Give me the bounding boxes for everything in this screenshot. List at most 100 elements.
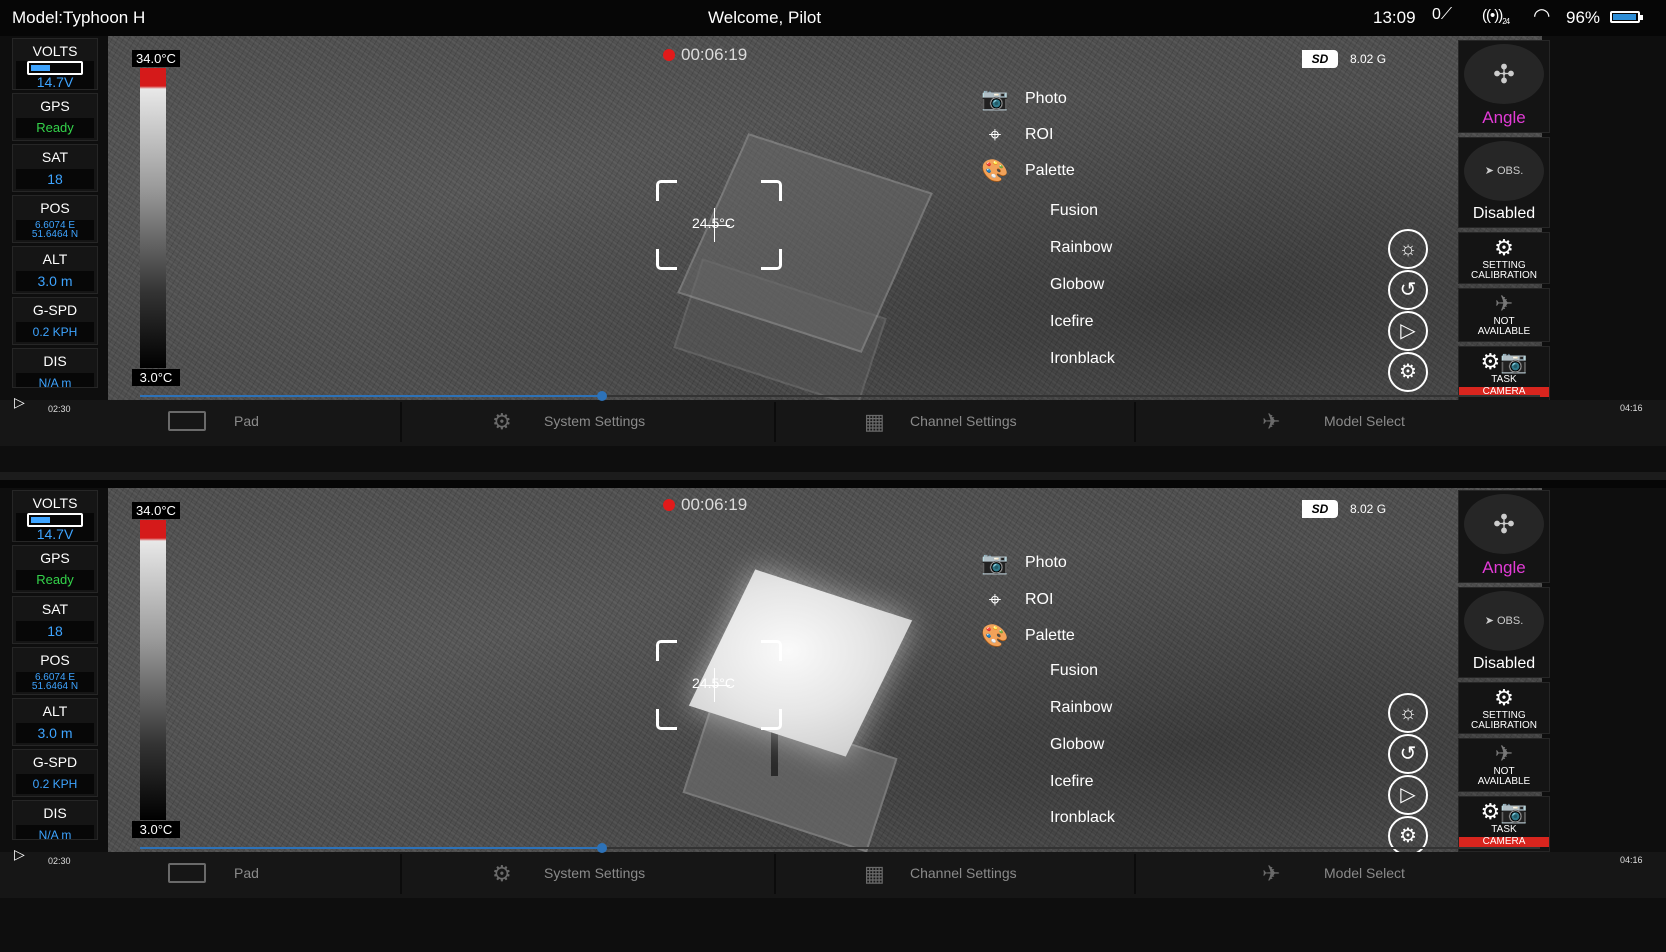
playback-track[interactable] — [140, 391, 1540, 401]
status-bar: Model:Typhoon H Welcome, Pilot 13:09 0⟋ … — [0, 0, 1666, 36]
dis-label: DIS — [43, 353, 67, 369]
post — [771, 728, 778, 776]
dis-value: N/A m — [16, 373, 94, 387]
playback-bar: ▷ 02:30 04:16 — [0, 843, 1666, 866]
reticle-corner — [761, 180, 782, 201]
volts-battery-icon — [27, 513, 83, 528]
calibration-label: CALIBRATION — [1471, 720, 1537, 731]
playback-track[interactable] — [140, 843, 1540, 853]
scale-min-temp: 3.0°C — [132, 369, 180, 386]
gps-signal-indicator: 0⟋ — [1432, 6, 1452, 24]
available-label: AVAILABLE — [1477, 776, 1531, 787]
obstacle-avoidance-tile[interactable]: ➤ OBS. Disabled — [1458, 137, 1550, 228]
spot-meter-reticle[interactable]: 24.5°C — [656, 640, 782, 730]
palette-option-fusion[interactable]: Fusion — [1050, 662, 1098, 680]
screen-top: Model:Typhoon H Welcome, Pilot 13:09 0⟋ … — [0, 0, 1666, 472]
thermal-camera-view[interactable] — [108, 36, 1542, 413]
brightness-button[interactable]: ☼ — [1388, 693, 1428, 733]
palette-option-ironblack[interactable]: Ironblack — [1050, 350, 1115, 368]
palette-option-fusion[interactable]: Fusion — [1050, 202, 1098, 220]
menu-palette-label: Palette — [1025, 162, 1075, 179]
gspd-label: G-SPD — [32, 754, 78, 770]
alt-tile: ALT 3.0 m — [12, 246, 98, 294]
sd-card-icon: SD — [1302, 500, 1338, 518]
playback-play-icon[interactable]: ▷ — [14, 394, 25, 411]
flight-mode-tile[interactable]: ✣ Angle — [1458, 40, 1550, 133]
camera-tilt-button[interactable]: ↺ — [1388, 734, 1428, 774]
dis-tile: DIS N/A m — [12, 800, 98, 840]
telemetry-sidebar: VOLTS 14.7V GPS Ready SAT 18 POS 6.6074 … — [12, 490, 98, 843]
tilt-icon: ↺ — [1399, 279, 1417, 301]
battery-fill — [1613, 14, 1636, 20]
scale-min-temp: 3.0°C — [132, 821, 180, 838]
play-button[interactable]: ▷ — [1388, 311, 1428, 351]
playback-scrubber[interactable] — [597, 843, 607, 853]
gspd-label: G-SPD — [32, 302, 78, 318]
thermal-camera-view[interactable] — [108, 488, 1542, 853]
playback-scrubber[interactable] — [597, 391, 607, 401]
dis-label: DIS — [43, 805, 67, 821]
menu-photo-label: Photo — [1025, 554, 1067, 571]
palette-option-icefire[interactable]: Icefire — [1050, 313, 1094, 331]
setting-calibration-button[interactable]: ⚙ SETTING CALIBRATION — [1458, 232, 1550, 284]
not-available-tile: ✈ NOT AVAILABLE — [1458, 738, 1550, 792]
gps-label: GPS — [40, 550, 70, 566]
welcome-text: Welcome, Pilot — [708, 8, 822, 27]
volts-label: VOLTS — [32, 43, 78, 59]
palette-option-ironblack[interactable]: Ironblack — [1050, 809, 1115, 827]
playback-end-time: 04:16 — [1620, 855, 1643, 865]
pos-label: POS — [40, 200, 70, 216]
nav-pad-label: Pad — [234, 413, 259, 429]
palette-icon: 🎨 — [981, 623, 1009, 648]
reticle-corner — [761, 249, 782, 270]
gear-icon: ⚙ — [492, 861, 512, 886]
palette-option-icefire[interactable]: Icefire — [1050, 773, 1094, 791]
play-button[interactable]: ▷ — [1388, 775, 1428, 815]
menu-roi-label: ROI — [1025, 126, 1054, 143]
rc-signal-indicator: ((•))24 — [1482, 7, 1510, 26]
tilt-icon: ↺ — [1399, 743, 1417, 765]
palette-option-rainbow[interactable]: Rainbow — [1050, 239, 1112, 257]
volts-battery-icon — [27, 61, 83, 76]
sat-tile: SAT 18 — [12, 144, 98, 192]
camera-icon: 📷 — [981, 550, 1009, 575]
flight-mode-tile[interactable]: ✣ Angle — [1458, 490, 1550, 583]
reticle-corner — [761, 709, 782, 730]
nav-divider — [400, 402, 402, 442]
nav-pad-label: Pad — [234, 865, 259, 881]
playback-play-icon[interactable]: ▷ — [14, 846, 25, 863]
pad-icon — [168, 411, 206, 431]
gps-value: Ready — [16, 118, 94, 138]
setting-calibration-button[interactable]: ⚙ SETTING CALIBRATION — [1458, 682, 1550, 734]
sat-label: SAT — [41, 149, 69, 165]
menu-roi-label: ROI — [1025, 591, 1054, 608]
nav-channel-settings-label: Channel Settings — [910, 865, 1017, 881]
palette-option-globow[interactable]: Globow — [1050, 276, 1104, 294]
recording-indicator: 00:06:19 — [663, 495, 747, 515]
obs-icon: ➤ OBS. — [1464, 591, 1544, 651]
volts-value-box: 14.7V — [16, 61, 94, 89]
nav-channel-settings-label: Channel Settings — [910, 413, 1017, 429]
pos-value: 6.6074 E 51.6464 N — [16, 220, 94, 240]
recording-time: 00:06:19 — [681, 495, 748, 514]
camera-tilt-button[interactable]: ↺ — [1388, 270, 1428, 310]
flight-panel: ✣ Angle ➤ OBS. Disabled ⚙ SETTING CALIBR… — [1458, 40, 1550, 406]
palette-option-globow[interactable]: Globow — [1050, 736, 1104, 754]
brightness-button[interactable]: ☼ — [1388, 229, 1428, 269]
volts-tile: VOLTS 14.7V — [12, 490, 98, 542]
camera-settings-button[interactable]: ⚙ — [1388, 352, 1428, 392]
bottom-navigation: Pad ⚙ System Settings ▦ Channel Settings… — [0, 852, 1666, 898]
controller-icon: ▦ — [864, 409, 885, 434]
sat-tile: SAT 18 — [12, 596, 98, 644]
playback-bar: ▷ 02:30 04:16 — [0, 391, 1666, 414]
target-icon: ⌖ — [988, 587, 1002, 612]
volts-battery-fill — [31, 65, 50, 72]
menu-palette-label: Palette — [1025, 627, 1075, 644]
spot-meter-reticle[interactable]: 24.5°C — [656, 180, 782, 270]
reticle-corner — [656, 180, 677, 201]
aircraft-icon: ✈ — [1262, 861, 1281, 886]
dis-tile: DIS N/A m — [12, 348, 98, 388]
obstacle-avoidance-tile[interactable]: ➤ OBS. Disabled — [1458, 587, 1550, 678]
palette-option-rainbow[interactable]: Rainbow — [1050, 699, 1112, 717]
gear-icon: ⚙ — [1494, 235, 1514, 260]
